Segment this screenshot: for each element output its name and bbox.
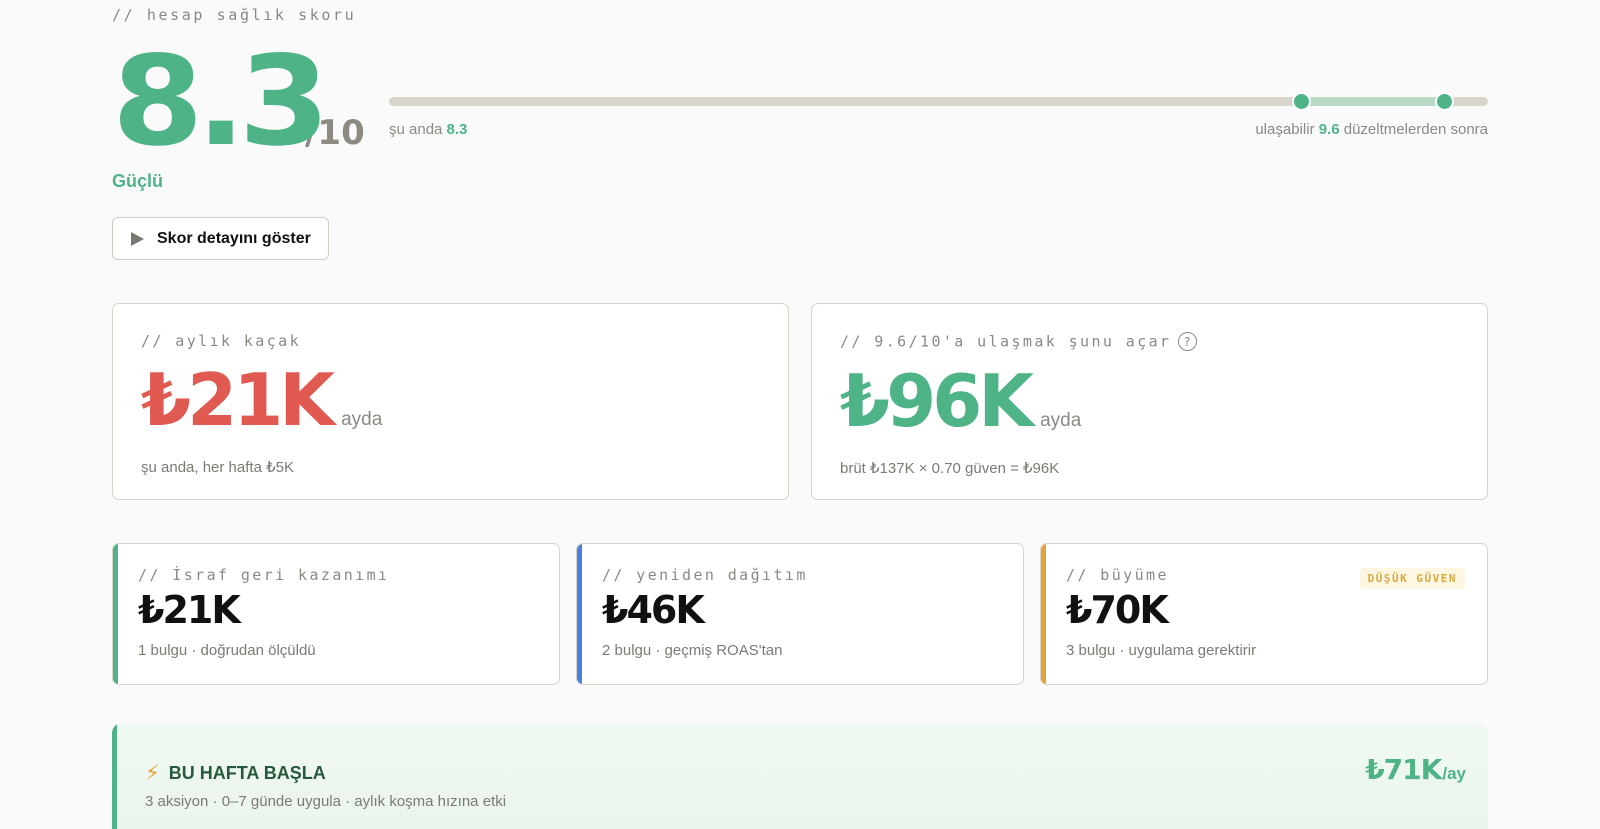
start-this-week-impact: ₺71K /ay	[1365, 753, 1466, 786]
current-score-prefix: şu anda	[389, 121, 447, 138]
reallocation-value: ₺46K	[602, 588, 705, 632]
unlock-potential-card: // 9.6/10'a ulaşmak şunu açar? ₺96K ayda…	[811, 303, 1488, 500]
start-this-week-title: ⚡ BU HAFTA BAŞLA	[145, 761, 326, 786]
monthly-leak-note: şu anda, her hafta ₺5K	[141, 459, 294, 476]
waste-recovery-card: // İsraf geri kazanımı ₺21K 1 bulgu · do…	[112, 543, 560, 685]
potential-score-prefix: ulaşabilir	[1255, 121, 1319, 138]
unlock-value: ₺96K	[840, 359, 1034, 443]
start-this-week-value: ₺71K	[1365, 753, 1442, 786]
reallocation-note: 2 bulgu · geçmiş ROAS'tan	[602, 642, 783, 659]
low-confidence-badge: DÜŞÜK GÜVEN	[1359, 568, 1465, 589]
score-rating-label: Güçlü	[112, 171, 164, 191]
monthly-leak-value: ₺21K	[141, 358, 335, 442]
potential-score-value: 9.6	[1318, 121, 1340, 138]
current-score-marker	[1292, 92, 1312, 111]
unlock-eyebrow-text: // 9.6/10'a ulaşmak şunu açar	[840, 332, 1172, 351]
monthly-leak-card: // aylık kaçak ₺21K ayda şu anda, her ha…	[112, 303, 789, 500]
reallocation-card: // yeniden dağıtım ₺46K 2 bulgu · geçmiş…	[576, 543, 1024, 685]
monthly-leak-unit: ayda	[341, 409, 383, 430]
unlock-note: brüt ₺137K × 0.70 güven = ₺96K	[840, 460, 1060, 477]
card-accent-bar	[577, 544, 582, 684]
unlock-amount: ₺96K ayda	[840, 365, 1487, 437]
play-triangle-icon	[131, 231, 144, 246]
growth-note: 3 bulgu · uygulama gerektirir	[1066, 642, 1257, 659]
card-accent-bar	[113, 544, 118, 684]
show-score-detail-button[interactable]: Skor detayını göster	[112, 217, 329, 260]
start-this-week-title-text: BU HAFTA BAŞLA	[168, 763, 326, 783]
potential-score-caption: ulaşabilir 9.6 düzeltmelerden sonra	[1255, 121, 1488, 138]
score-progress-track	[389, 92, 1488, 111]
current-score-caption: şu anda 8.3	[389, 121, 467, 138]
panel-accent-bar	[112, 723, 117, 829]
potential-score-suffix: düzeltmelerden sonra	[1339, 121, 1488, 138]
help-question-icon[interactable]: ?	[1177, 332, 1197, 351]
waste-recovery-value: ₺21K	[138, 588, 241, 632]
start-this-week-subtitle: 3 aksiyon · 0–7 günde uygula · aylık koş…	[145, 793, 507, 810]
current-score-value: 8.3	[446, 121, 468, 138]
waste-recovery-note: 1 bulgu · doğrudan ölçüldü	[138, 642, 316, 659]
score-value: 8.3	[112, 30, 330, 174]
start-this-week-unit: /ay	[1442, 764, 1466, 783]
show-score-detail-label: Skor detayını göster	[157, 229, 311, 247]
monthly-leak-amount: ₺21K ayda	[141, 364, 788, 436]
waste-recovery-eyebrow: // İsraf geri kazanımı	[138, 566, 390, 584]
monthly-leak-eyebrow: // aylık kaçak	[141, 332, 302, 350]
growth-value: ₺70K	[1066, 588, 1169, 632]
reallocation-eyebrow: // yeniden dağıtım	[602, 566, 808, 584]
lightning-icon: ⚡	[145, 762, 160, 785]
start-this-week-panel[interactable]: ⚡ BU HAFTA BAŞLA 3 aksiyon · 0–7 günde u…	[112, 723, 1488, 829]
score-display: 8.3 /10	[112, 40, 365, 164]
card-accent-bar	[1041, 544, 1046, 684]
unlock-unit: ayda	[1040, 410, 1082, 431]
score-eyebrow: // hesap sağlık skoru	[112, 6, 357, 24]
potential-score-marker	[1435, 92, 1455, 111]
unlock-eyebrow: // 9.6/10'a ulaşmak şunu açar?	[840, 332, 1487, 351]
growth-card: // büyüme DÜŞÜK GÜVEN ₺70K 3 bulgu · uyg…	[1040, 543, 1488, 685]
track-potential-gain	[1301, 97, 1445, 106]
